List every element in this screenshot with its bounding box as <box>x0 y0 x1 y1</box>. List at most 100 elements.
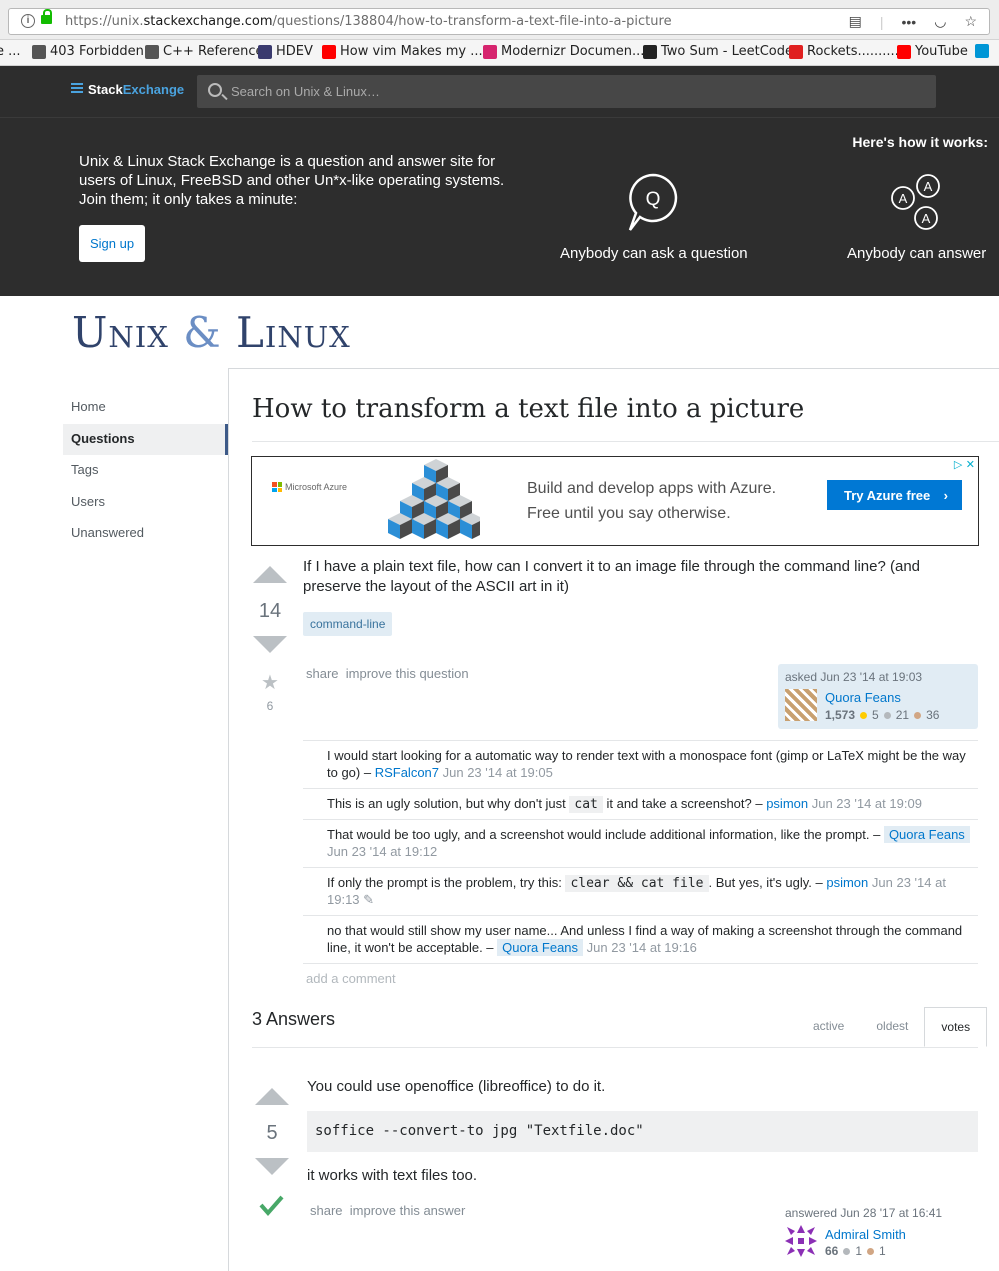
info-icon[interactable]: i <box>21 14 35 28</box>
azure-ad[interactable]: Microsoft Azure Build and develop apps w… <box>251 456 979 546</box>
answers-header: 3 Answers <box>252 1009 336 1029</box>
toolbar-divider: | <box>879 13 884 30</box>
question-title[interactable]: How to transform a text file into a pict… <box>252 394 804 424</box>
svg-text:A: A <box>924 179 933 194</box>
answer-sort-tabs: active oldest votes <box>797 1007 988 1047</box>
favorite-star-icon[interactable]: ★ <box>253 670 287 694</box>
comment-user[interactable]: Quora Feans <box>883 826 970 843</box>
avatar[interactable] <box>785 1225 817 1257</box>
hero-intro: Unix & Linux Stack Exchange is a questio… <box>79 153 505 208</box>
bookmark-item[interactable]: 403 Forbidden <box>32 44 144 59</box>
unix-linux-logo[interactable]: Unix & Linux <box>72 308 351 357</box>
tab-oldest[interactable]: oldest <box>860 1007 924 1047</box>
comment-date[interactable]: Jun 23 '14 at 19:12 <box>327 844 437 859</box>
bookmark-label: How vim Makes my ... <box>340 44 483 59</box>
reader-view-icon[interactable]: ▤ <box>849 13 862 30</box>
comment-user[interactable]: Quora Feans <box>497 939 584 956</box>
share-link[interactable]: share <box>306 666 339 681</box>
comment-user[interactable]: psimon <box>826 875 868 890</box>
more-actions-icon[interactable]: ••• <box>902 14 917 30</box>
comment-user[interactable]: RSFalcon7 <box>375 765 439 780</box>
user-name[interactable]: Quora Feans <box>825 690 901 705</box>
tab-active[interactable]: active <box>797 1007 860 1047</box>
url-bar[interactable]: i https://unix.stackexchange.com/questio… <box>8 8 990 35</box>
stackexchange-logo[interactable]: StackExchange <box>71 82 184 97</box>
comment-text: That would be too ugly, and a screenshot… <box>327 827 884 842</box>
nav-questions[interactable]: Questions <box>63 423 228 455</box>
nav-tags[interactable]: Tags <box>63 455 228 487</box>
bookmark-label: e ... <box>0 44 21 59</box>
add-comment-link[interactable]: add a comment <box>306 971 396 986</box>
bookmark-label: Modernizr Documen... <box>501 44 645 59</box>
browser-toolbar: i https://unix.stackexchange.com/questio… <box>0 0 999 40</box>
bookmark-label: HDEV <box>276 44 313 59</box>
ask-question-icon: Q <box>628 173 678 231</box>
bookmark-item[interactable]: YouTube <box>897 44 968 59</box>
signup-button[interactable]: Sign up <box>79 225 145 262</box>
bookmark-item[interactable]: Modernizr Documen... <box>483 44 644 59</box>
answered-date: answered Jun 28 '17 at 16:41 <box>785 1206 943 1220</box>
ad-line-2: Free until you say otherwise. <box>527 505 731 522</box>
answer-downvote-arrow-icon[interactable] <box>255 1158 289 1175</box>
bronze-badge-icon <box>867 1247 875 1255</box>
bookmark-label: YouTube <box>915 44 968 59</box>
comments-divider <box>303 963 978 964</box>
search-input[interactable] <box>231 75 921 108</box>
user-reputation: 1,573 5 21 36 <box>825 708 940 722</box>
comment-date[interactable]: Jun 23 '14 at 19:16 <box>583 940 697 955</box>
tab-votes[interactable]: votes <box>924 1007 988 1047</box>
share-link[interactable]: share <box>310 1203 343 1218</box>
bookmark-item[interactable]: Rockets........... <box>789 44 903 59</box>
improve-question-link[interactable]: improve this question <box>346 666 469 681</box>
bookmark-icon <box>789 44 803 59</box>
downvote-arrow-icon[interactable] <box>253 636 287 653</box>
answer-code-block: soffice --convert-to jpg "Textfile.doc" <box>307 1111 978 1152</box>
adchoices-close-icon[interactable]: ▷ ✕ <box>954 458 975 471</box>
search-box[interactable] <box>197 75 936 108</box>
bookmark-item[interactable]: Two Sum - LeetCode <box>643 44 793 59</box>
nav-unanswered[interactable]: Unanswered <box>63 518 228 550</box>
nav-home[interactable]: Home <box>63 392 228 424</box>
comment-user[interactable]: psimon <box>766 796 808 811</box>
edit-pencil-icon[interactable]: ✎ <box>360 892 374 907</box>
avatar[interactable] <box>785 689 817 721</box>
lock-icon <box>41 9 52 24</box>
star-bookmark-icon[interactable]: ☆ <box>964 13 977 30</box>
bookmark-item[interactable]: C++ Reference <box>145 44 263 59</box>
tag-command-line[interactable]: command-line <box>303 612 393 636</box>
title-divider <box>252 441 999 442</box>
pocket-icon[interactable]: ◡ <box>934 13 946 30</box>
silver-badge-icon <box>883 711 891 719</box>
asked-date: asked Jun 23 '14 at 19:03 <box>785 670 923 684</box>
bookmark-item[interactable] <box>975 44 993 58</box>
question-owner-card: asked Jun 23 '14 at 19:03 Quora Feans 1,… <box>778 664 978 729</box>
nav-users[interactable]: Users <box>63 487 228 519</box>
se-topbar: StackExchange <box>0 66 999 117</box>
comment-text: If only the prompt is the problem, try t… <box>327 875 566 890</box>
answer-upvote-arrow-icon[interactable] <box>255 1088 289 1105</box>
improve-answer-link[interactable]: improve this answer <box>350 1203 466 1218</box>
answer-post-menu: share improve this answer <box>310 1203 465 1218</box>
bookmark-label: C++ Reference <box>163 44 264 59</box>
upvote-arrow-icon[interactable] <box>253 566 287 583</box>
svg-text:A: A <box>899 191 908 206</box>
leetcode-icon <box>643 44 657 59</box>
answer-icon: AAA <box>891 174 940 230</box>
bookmark-item[interactable]: How vim Makes my ... <box>322 44 483 59</box>
comment-code: cat <box>569 796 603 813</box>
how-it-works-title: Here's how it works: <box>852 134 988 150</box>
app-icon <box>258 44 272 59</box>
modernizr-icon <box>483 44 497 59</box>
url-text[interactable]: https://unix.stackexchange.com/questions… <box>65 14 672 29</box>
accepted-checkmark-icon <box>259 1195 284 1217</box>
comment-date[interactable]: Jun 23 '14 at 19:05 <box>439 765 553 780</box>
answer-user-name[interactable]: Admiral Smith <box>825 1227 906 1242</box>
bookmark-item[interactable]: e ... <box>0 44 21 59</box>
comment-text: This is an ugly solution, but why don't … <box>327 796 570 811</box>
microsoft-azure-brand: Microsoft Azure <box>272 482 347 492</box>
bookmark-item[interactable]: HDEV <box>258 44 313 59</box>
try-azure-button[interactable]: Try Azure free › <box>827 480 962 510</box>
comment-date[interactable]: Jun 23 '14 at 19:09 <box>808 796 922 811</box>
ad-line-1: Build and develop apps with Azure. <box>527 480 777 497</box>
hero-banner: Unix & Linux Stack Exchange is a questio… <box>0 117 999 296</box>
